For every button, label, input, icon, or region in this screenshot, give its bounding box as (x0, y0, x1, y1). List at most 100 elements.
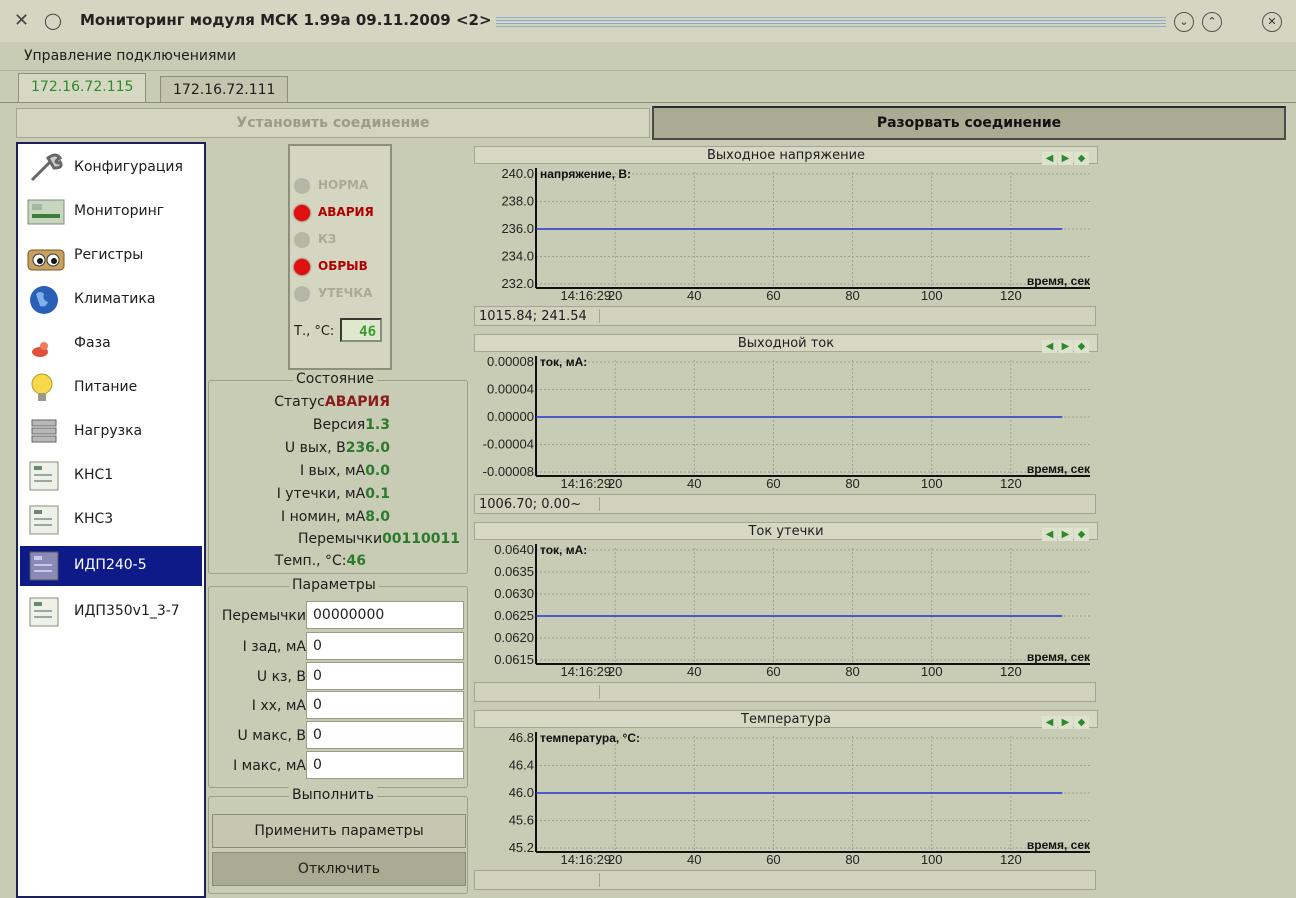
x-tick-label: 120 (1000, 664, 1022, 679)
lightbulb-icon (31, 373, 53, 401)
sidebar-item-power[interactable]: Питание (20, 368, 202, 408)
disconnect-button[interactable]: Разорвать соединение (652, 106, 1286, 140)
sidebar-item-label: Климатика (74, 291, 156, 307)
device-thumb-icon (29, 551, 59, 581)
led-leak-icon (294, 286, 310, 302)
i-max-input[interactable] (306, 751, 464, 779)
temperature-display: 46 (340, 318, 382, 342)
connect-button[interactable]: Установить соединение (16, 108, 650, 138)
sidebar-item-monitoring[interactable]: Мониторинг (20, 192, 202, 232)
y-axis-label: напряжение, В: (540, 167, 631, 181)
plot-area (536, 360, 1090, 476)
device-sidebar: Конфигурация Мониторинг Регистры Климати… (16, 142, 206, 898)
param-row-u-max: U макс, В (210, 721, 466, 749)
led-short-icon (294, 232, 310, 248)
sidebar-item-idp240-5[interactable]: ИДП240-5 (20, 546, 202, 586)
sidebar-item-configuration[interactable]: Конфигурация (20, 148, 202, 188)
y-tick-label: 45.6 (509, 813, 534, 828)
chart-temperature: Температура ◀ ▶ ◆ 46.8 46.4 46.0 45.6 45.2 темп… (474, 710, 1098, 896)
x-tick-label: 120 (1000, 288, 1022, 303)
minimize-icon[interactable]: ⌄ (1174, 12, 1194, 32)
close-icon[interactable]: ✕ (1262, 12, 1282, 32)
led-break-icon (294, 259, 310, 275)
x-tick-label: 14:16:29 (561, 664, 612, 679)
led-leak-label: УТЕЧКА (318, 286, 373, 300)
chart-header: Ток утечки ◀ ▶ ◆ (474, 522, 1098, 541)
y-axis-label: ток, мА: (540, 355, 587, 369)
x-tick-label: 20 (608, 476, 622, 491)
sidebar-item-label: Фаза (74, 335, 111, 351)
sidebar-item-climatics[interactable]: Климатика (20, 280, 202, 320)
x-tick-label: 120 (1000, 476, 1022, 491)
tab-172-16-72-115[interactable]: 172.16.72.115 (18, 73, 147, 103)
sidebar-item-kns3[interactable]: КНС3 (20, 500, 202, 540)
status-separator (599, 873, 600, 887)
sidebar-item-label: ИДП240-5 (74, 557, 147, 573)
x-axis-label: время, сек (1027, 462, 1091, 476)
server-icon (31, 419, 57, 443)
x-tick-label: 60 (766, 476, 780, 491)
globe-icon (30, 286, 58, 314)
x-tick-label: 20 (608, 288, 622, 303)
jumpers-input[interactable] (306, 601, 464, 629)
param-row-jumpers: Перемычки (210, 601, 466, 629)
x-tick-label: 20 (608, 664, 622, 679)
state-row-i-nom: I номин, мА8.0 (281, 509, 390, 525)
tab-divider (0, 102, 1296, 103)
menu-bar: Управление подключениями (0, 42, 1296, 71)
u-short-input[interactable] (306, 662, 464, 690)
plot-area (536, 736, 1090, 852)
y-tick-label: 46.4 (509, 758, 534, 773)
x-tick-label: 80 (845, 288, 859, 303)
u-max-input[interactable] (306, 721, 464, 749)
sidebar-item-kns1[interactable]: КНС1 (20, 456, 202, 496)
title-bar-decoration (496, 17, 1166, 27)
chart-header: Температура ◀ ▶ ◆ (474, 710, 1098, 729)
x-axis-label: время, сек (1027, 274, 1091, 288)
y-tick-label: 0.0625 (494, 608, 534, 623)
device-thumb-icon (29, 597, 59, 627)
chart-scroll-controls: ◀ ▶ ◆ (1041, 149, 1093, 165)
x-tick-label: 60 (766, 852, 780, 867)
i-idle-input[interactable] (306, 691, 464, 719)
sidebar-item-label: КНС3 (74, 511, 114, 527)
x-tick-label: 40 (687, 852, 701, 867)
x-tick-label: 60 (766, 288, 780, 303)
sidebar-item-idp350v1[interactable]: ИДП350v1_3-7 (20, 592, 202, 632)
chart-leakage-current: Ток утечки ◀ ▶ ◆ 0.0640 0.0635 0.0630 0.0625 0… (474, 522, 1098, 708)
y-tick-label: 232.0 (501, 276, 534, 291)
chart-header: Выходной ток ◀ ▶ ◆ (474, 334, 1098, 353)
disable-button[interactable]: Отключить (212, 852, 466, 886)
chart-title: Выходное напряжение (706, 148, 866, 163)
param-row-i-idle: I хх, мА (210, 691, 466, 719)
maximize-icon[interactable]: ⌃ (1202, 12, 1222, 32)
x-tick-label: 14:16:29 (561, 288, 612, 303)
y-tick-label: 236.0 (501, 221, 534, 236)
tab-172-16-72-111[interactable]: 172.16.72.111 (160, 76, 289, 103)
led-norm-icon (294, 178, 310, 194)
title-bar: ✕ ◯ Мониторинг модуля МСК 1.99а 09.11.20… (0, 0, 1296, 43)
sidebar-item-registers[interactable]: Регистры (20, 236, 202, 276)
state-row-i-leak: I утечки, мА0.1 (276, 486, 390, 502)
chart-status-bar: 1006.70; 0.00~ (474, 494, 1096, 514)
window-title: Мониторинг модуля МСК 1.99а 09.11.2009 <… (80, 11, 492, 29)
y-axis-label: температура, °С: (540, 731, 640, 745)
led-norm-label: НОРМА (318, 178, 369, 192)
x-tick-label: 80 (845, 476, 859, 491)
menu-connection-management[interactable]: Управление подключениями (24, 48, 236, 64)
param-row-u-short: U кз, В (210, 662, 466, 690)
sidebar-item-load[interactable]: Нагрузка (20, 412, 202, 452)
window-menu-icon[interactable]: ◯ (44, 11, 62, 30)
x-tick-label: 40 (687, 288, 701, 303)
chart-status-text: 1006.70; 0.00~ (479, 497, 582, 512)
app-tools-icon[interactable]: ✕ (14, 10, 29, 31)
status-separator (599, 309, 600, 323)
x-axis-label: время, сек (1027, 838, 1091, 852)
y-tick-label: 240.0 (501, 166, 534, 181)
chart-status-text: 1015.84; 241.54 (479, 309, 587, 324)
apply-params-button[interactable]: Применить параметры (212, 814, 466, 848)
i-set-input[interactable] (306, 632, 464, 660)
status-indicator-panel: НОРМА АВАРИЯ КЗ ОБРЫВ УТЕЧКА Т., °С: 46 (288, 144, 392, 370)
chart-plot: 240.0 238.0 236.0 234.0 232.0 напряжение, В: в… (501, 166, 1091, 303)
sidebar-item-phase[interactable]: Фаза (20, 324, 202, 364)
